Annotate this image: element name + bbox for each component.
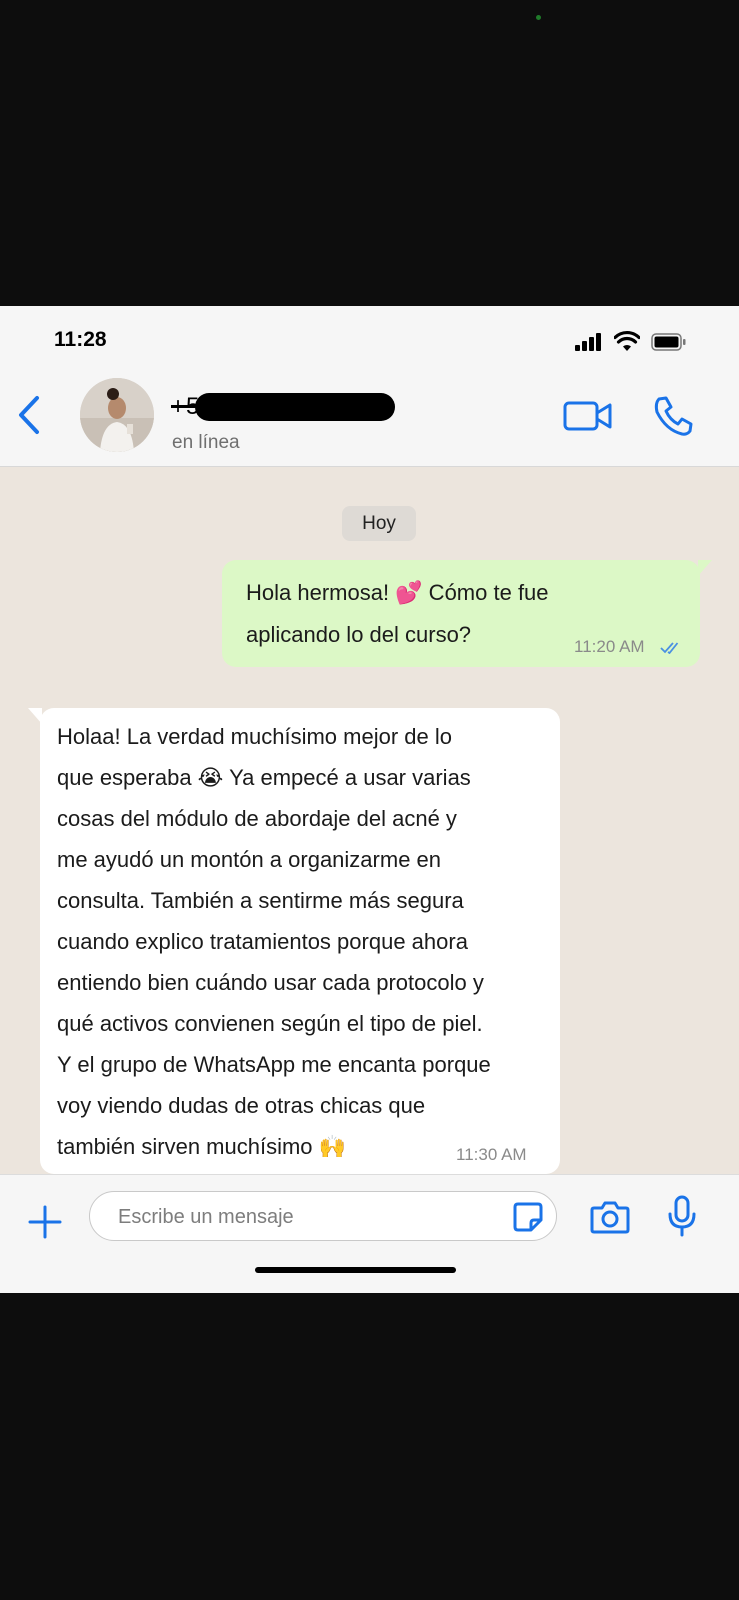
- cellular-signal-icon: [575, 333, 605, 351]
- wifi-icon: [614, 330, 640, 351]
- avatar-photo: [80, 378, 154, 452]
- battery-icon: [651, 333, 686, 351]
- message-input-field[interactable]: [89, 1191, 557, 1241]
- message-input[interactable]: [116, 1202, 500, 1232]
- back-chevron-icon[interactable]: [16, 394, 42, 436]
- outgoing-message-bubble[interactable]: Hola hermosa! 💕 Cómo te fue aplicando lo…: [222, 560, 712, 667]
- contact-avatar[interactable]: [80, 378, 154, 452]
- message-line: cosas del módulo de abordaje del acné y: [57, 806, 457, 831]
- top-black-area: [0, 0, 739, 306]
- status-time: 11:28: [54, 328, 107, 351]
- message-time: 11:20 AM: [574, 637, 645, 656]
- message-line: entiendo bien cuándo usar cada protocolo…: [57, 970, 484, 995]
- message-line: también sirven muchísimo 🙌: [57, 1134, 347, 1159]
- redaction-strike: [171, 405, 393, 408]
- home-indicator: [255, 1267, 456, 1273]
- bubble-tail: [698, 560, 712, 576]
- contact-name[interactable]: +55 1: [171, 393, 396, 421]
- message-line: consulta. También a sentirme más segura: [57, 888, 464, 913]
- whatsapp-chat-screen: 11:28 en línea Hoy Hola hermosa! 💕 Cómo …: [0, 306, 739, 1293]
- double-check-read-icon: [660, 642, 679, 654]
- microphone-icon[interactable]: [666, 1195, 698, 1237]
- message-line: cuando explico tratamientos porque ahora: [57, 929, 468, 954]
- date-chip: Hoy: [342, 506, 416, 541]
- message-input-bar: [0, 1174, 739, 1293]
- plus-icon[interactable]: [28, 1205, 62, 1239]
- sticker-icon[interactable]: [512, 1201, 544, 1233]
- message-line: que esperaba 😭 Ya empecé a usar varias: [57, 765, 471, 790]
- message-time: 11:30 AM: [456, 1145, 527, 1164]
- chat-header: 11:28 en línea: [0, 306, 739, 467]
- bubble-tail: [28, 708, 42, 724]
- message-line: Hola hermosa! 💕 Cómo te fue: [246, 580, 549, 605]
- message-line: me ayudó un montón a organizarme en: [57, 847, 442, 872]
- message-line: Holaa! La verdad muchísimo mejor de lo: [57, 724, 452, 749]
- message-line: aplicando lo del curso?: [246, 622, 472, 647]
- message-line: voy viendo dudas de otras chicas que: [57, 1093, 426, 1118]
- contact-status: en línea: [172, 432, 240, 453]
- camera-icon[interactable]: [590, 1199, 630, 1235]
- message-line: Y el grupo de WhatsApp me encanta porque: [57, 1052, 491, 1077]
- camera-indicator-dot: [536, 15, 541, 20]
- video-camera-icon[interactable]: [563, 398, 613, 434]
- message-line: qué activos convienen según el tipo de p…: [57, 1011, 483, 1036]
- incoming-message-bubble[interactable]: Holaa! La verdad muchísimo mejor de lo q…: [28, 708, 560, 1174]
- phone-icon[interactable]: [651, 394, 695, 438]
